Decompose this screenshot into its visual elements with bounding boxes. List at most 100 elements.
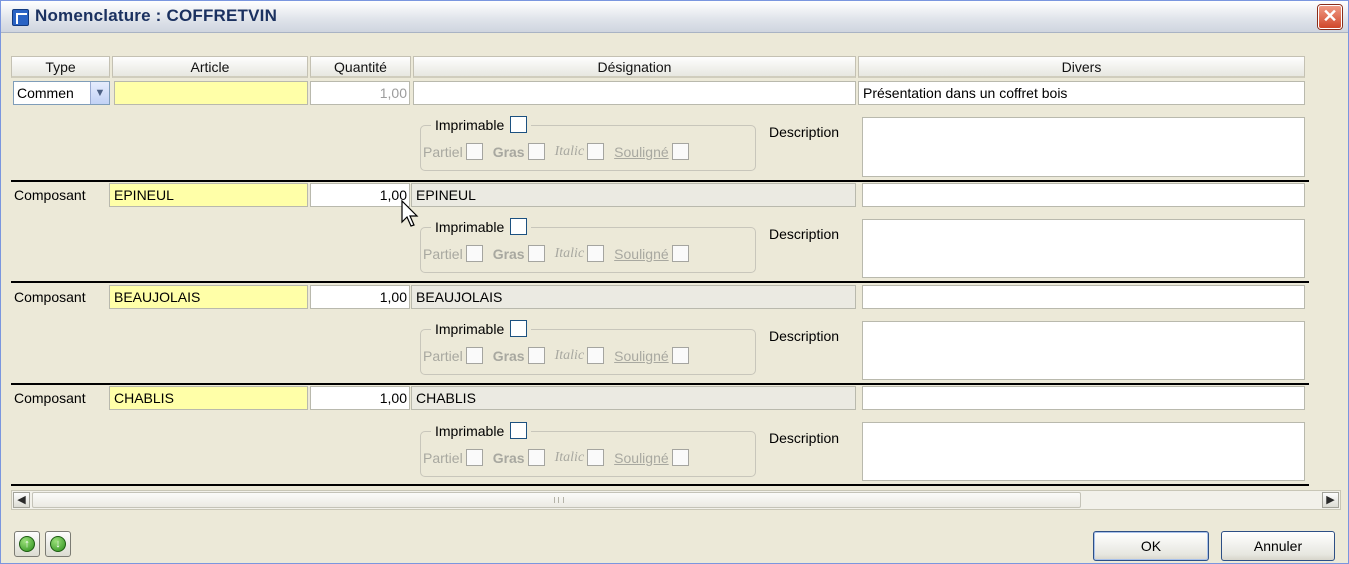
gras-checkbox[interactable] — [527, 449, 545, 466]
partiel-label: Partiel — [423, 245, 463, 262]
imprimable-option: Imprimable — [431, 116, 532, 133]
print-options-group: Imprimable Partiel Gras Italic Souligné — [420, 218, 756, 273]
description-textarea[interactable] — [862, 219, 1305, 278]
title-bar[interactable]: Nomenclature : COFFRETVIN ✕ — [1, 1, 1348, 33]
horizontal-scrollbar[interactable]: ◀ ▶ — [11, 490, 1341, 510]
divers-input[interactable] — [862, 285, 1305, 309]
partiel-label: Partiel — [423, 347, 463, 364]
partiel-checkbox[interactable] — [465, 449, 483, 466]
type-label: Composant — [14, 289, 86, 305]
imprimable-option: Imprimable — [431, 218, 532, 235]
description-label: Description — [769, 226, 840, 242]
partiel-checkbox[interactable] — [465, 347, 483, 364]
column-header-article[interactable]: Article — [112, 56, 308, 78]
description-textarea[interactable] — [862, 422, 1305, 481]
divers-input[interactable]: Présentation dans un coffret bois — [858, 81, 1305, 105]
imprimable-checkbox[interactable] — [510, 320, 528, 337]
italic-label: Italic — [554, 347, 585, 363]
italic-checkbox[interactable] — [587, 347, 605, 364]
quantite-input[interactable]: 1,00 — [310, 81, 410, 105]
divers-input[interactable] — [862, 386, 1305, 410]
row-separator — [11, 383, 1309, 385]
italic-label: Italic — [554, 245, 585, 261]
arrow-up-icon: ↑ — [19, 536, 35, 552]
italic-checkbox[interactable] — [587, 143, 605, 160]
article-input[interactable] — [114, 81, 308, 105]
partiel-label: Partiel — [423, 143, 463, 160]
column-header-quantite[interactable]: Quantité — [310, 56, 411, 78]
print-options-group: Imprimable Partiel Gras Italic Souligné — [420, 116, 756, 171]
format-options: Partiel Gras Italic Souligné — [423, 347, 699, 364]
souligne-label: Souligné — [614, 347, 669, 364]
souligne-checkbox[interactable] — [671, 143, 689, 160]
gras-label: Gras — [492, 449, 525, 466]
close-button[interactable]: ✕ — [1318, 5, 1342, 29]
mouse-cursor-icon — [401, 200, 419, 227]
chevron-down-icon[interactable]: ▼ — [90, 82, 109, 104]
format-options: Partiel Gras Italic Souligné — [423, 143, 699, 160]
quantite-input[interactable]: 1,00 — [310, 183, 410, 207]
grip-icon — [554, 497, 564, 503]
move-down-button[interactable]: ↓ — [45, 531, 71, 557]
format-options: Partiel Gras Italic Souligné — [423, 245, 699, 262]
row-separator — [11, 484, 1309, 486]
italic-checkbox[interactable] — [587, 245, 605, 262]
designation-field[interactable]: EPINEUL — [411, 183, 856, 207]
type-select[interactable]: Commen ▼ — [13, 81, 110, 105]
imprimable-label: Imprimable — [435, 422, 505, 439]
print-options-group: Imprimable Partiel Gras Italic Souligné — [420, 422, 756, 477]
italic-label: Italic — [554, 449, 585, 465]
partiel-checkbox[interactable] — [465, 245, 483, 262]
imprimable-label: Imprimable — [435, 116, 505, 133]
gras-label: Gras — [492, 143, 525, 160]
souligne-checkbox[interactable] — [671, 449, 689, 466]
designation-field[interactable]: BEAUJOLAIS — [411, 285, 856, 309]
scrollbar-thumb[interactable] — [32, 492, 1081, 508]
italic-checkbox[interactable] — [587, 449, 605, 466]
description-label: Description — [769, 124, 840, 140]
quantite-input[interactable]: 1,00 — [310, 285, 410, 309]
gras-label: Gras — [492, 245, 525, 262]
partiel-checkbox[interactable] — [465, 143, 483, 160]
cancel-button[interactable]: Annuler — [1221, 531, 1335, 561]
row-separator — [11, 281, 1309, 283]
designation-field[interactable]: CHABLIS — [411, 386, 856, 410]
type-label: Composant — [14, 390, 86, 406]
type-label: Composant — [14, 187, 86, 203]
quantite-input[interactable]: 1,00 — [310, 386, 410, 410]
imprimable-option: Imprimable — [431, 422, 532, 439]
souligne-checkbox[interactable] — [671, 347, 689, 364]
column-header-divers[interactable]: Divers — [858, 56, 1305, 78]
article-input[interactable]: CHABLIS — [109, 386, 308, 410]
divers-input[interactable] — [862, 183, 1305, 207]
gras-checkbox[interactable] — [527, 347, 545, 364]
column-header-type[interactable]: Type — [11, 56, 110, 78]
imprimable-label: Imprimable — [435, 320, 505, 337]
scroll-right-icon[interactable]: ▶ — [1322, 492, 1339, 508]
description-label: Description — [769, 430, 840, 446]
column-header-designation[interactable]: Désignation — [413, 56, 856, 78]
app-icon — [12, 9, 29, 26]
print-options-group: Imprimable Partiel Gras Italic Souligné — [420, 320, 756, 375]
partiel-label: Partiel — [423, 449, 463, 466]
imprimable-checkbox[interactable] — [510, 116, 528, 133]
gras-checkbox[interactable] — [527, 245, 545, 262]
italic-label: Italic — [554, 143, 585, 159]
description-textarea[interactable] — [862, 321, 1305, 380]
souligne-label: Souligné — [614, 245, 669, 262]
format-options: Partiel Gras Italic Souligné — [423, 449, 699, 466]
designation-input[interactable] — [413, 81, 856, 105]
gras-label: Gras — [492, 347, 525, 364]
souligne-label: Souligné — [614, 143, 669, 160]
imprimable-label: Imprimable — [435, 218, 505, 235]
article-input[interactable]: BEAUJOLAIS — [109, 285, 308, 309]
description-textarea[interactable] — [862, 117, 1305, 177]
gras-checkbox[interactable] — [527, 143, 545, 160]
move-up-button[interactable]: ↑ — [14, 531, 40, 557]
ok-button[interactable]: OK — [1093, 531, 1209, 561]
article-input[interactable]: EPINEUL — [109, 183, 308, 207]
scroll-left-icon[interactable]: ◀ — [13, 492, 30, 508]
imprimable-checkbox[interactable] — [510, 422, 528, 439]
imprimable-checkbox[interactable] — [510, 218, 528, 235]
souligne-checkbox[interactable] — [671, 245, 689, 262]
